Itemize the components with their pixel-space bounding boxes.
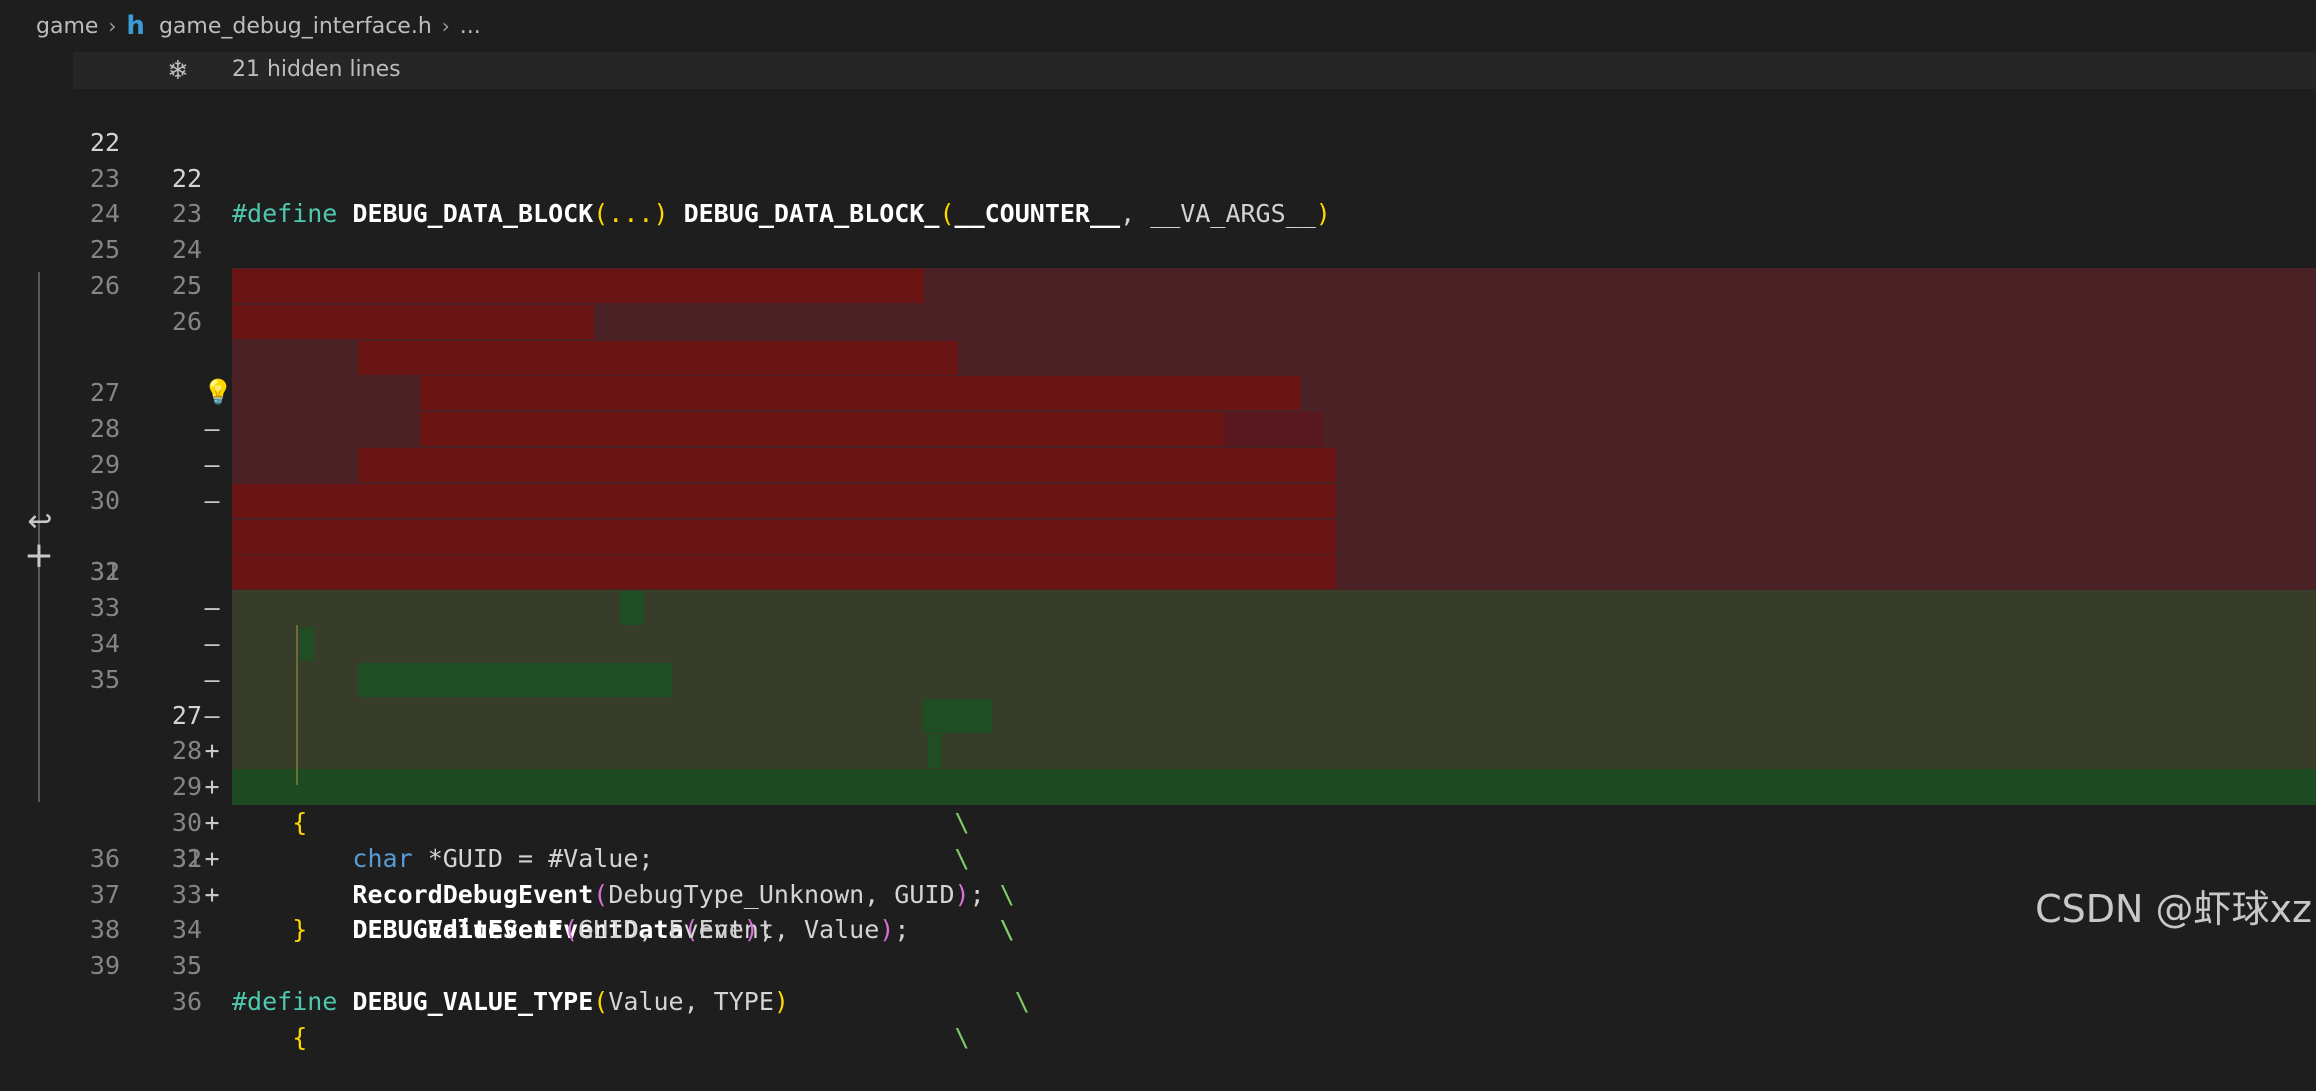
deleted-line[interactable]: 35 — } \ <box>0 554 2316 765</box>
deleted-line[interactable]: 33 — RecordDebugEvent(DebugType_Unknown,… <box>0 482 2316 694</box>
hidden-lines-bar[interactable]: ❄ 21 hidden lines <box>73 52 2316 89</box>
code-line[interactable]: 38 35 #define DEBUG_VALUE_TYPE(Value, TY… <box>0 877 2316 1016</box>
added-line[interactable]: 27 + #define DEBUG_VALUE(Value) \ <box>0 590 2316 801</box>
chevron-right-icon: › <box>108 14 117 38</box>
chevron-right-icon: › <box>441 14 450 38</box>
watermark: CSDN @虾球xz <box>2035 887 2312 931</box>
deleted-line[interactable]: 27 — #define DEBUG_VALUE(Value) \ <box>0 268 2316 479</box>
added-line[interactable]: 28 + { \ <box>0 626 2316 837</box>
deleted-line[interactable]: 32 — } else { \ <box>0 447 2316 658</box>
lightbulb-icon[interactable]: 💡 <box>203 378 233 406</box>
old-line-number: 39 <box>89 951 120 981</box>
deleted-line[interactable]: 30 💡 RecordDebugEvent(DebugType_Unknown,… <box>0 375 2316 586</box>
code-line[interactable]: 24 24 #define DEBUG_END_DATA_BLOCK() \ <box>0 161 2316 300</box>
added-line[interactable]: 30 + RecordDebugEvent(DebugType_Unknown,… <box>0 697 2316 909</box>
added-line[interactable]: 31 + DEBUGValueSetEventData(Event, Value… <box>0 733 2316 944</box>
added-line[interactable]: 32 + DEBUGEditEvent(GUID, Event); \ <box>0 769 2316 944</box>
new-line-number: 35 <box>171 951 202 981</box>
code-line[interactable]: 36 33 } <box>0 805 2316 945</box>
code-line[interactable]: 39 36 { \ <box>0 912 2316 1052</box>
deleted-line[interactable]: 34 — DEBUGValueSetEventData(Event, Value… <box>0 518 2316 730</box>
code-line[interactable]: 26 26 <box>0 232 2316 336</box>
hidden-lines-label[interactable]: 21 hidden lines <box>232 57 401 82</box>
code-line[interactable]: 23 23 <box>0 125 2316 229</box>
code-line[interactable]: 37 34 <box>0 841 2316 945</box>
breadcrumb-folder[interactable]: game <box>36 14 98 39</box>
code-text: { \ <box>292 1022 970 1052</box>
added-line[interactable]: 29 + char *GUID = #Value; \ <box>0 661 2316 873</box>
code-text: #define DEBUG_VALUE_TYPE(Value, TYPE) \ <box>232 986 1030 1016</box>
code-line[interactable]: 22 22 #define DEBUG_DATA_BLOCK(...) DEBU… <box>0 89 2316 229</box>
h-file-icon: h <box>126 11 145 41</box>
deleted-line[interactable]: 28 — { \ <box>0 303 2316 515</box>
code-line[interactable]: 25 25 { RecordDebugEvent(DebugType_Close… <box>0 196 2316 336</box>
indent-guide <box>296 625 298 785</box>
breadcrumb-file[interactable]: game_debug_interface.h <box>159 14 432 39</box>
new-line-number: 36 <box>171 986 202 1016</box>
deleted-line[interactable]: 29 — if (0) { \ <box>0 339 2316 551</box>
unfold-icon[interactable]: ❄ <box>163 56 193 86</box>
deleted-line[interactable]: 31 — DEBUGValueSetEventData(Event, Value… <box>0 411 2316 658</box>
breadcrumb-more[interactable]: ... <box>460 14 481 39</box>
breadcrumb: game › h game_debug_interface.h › ... <box>0 0 2316 52</box>
